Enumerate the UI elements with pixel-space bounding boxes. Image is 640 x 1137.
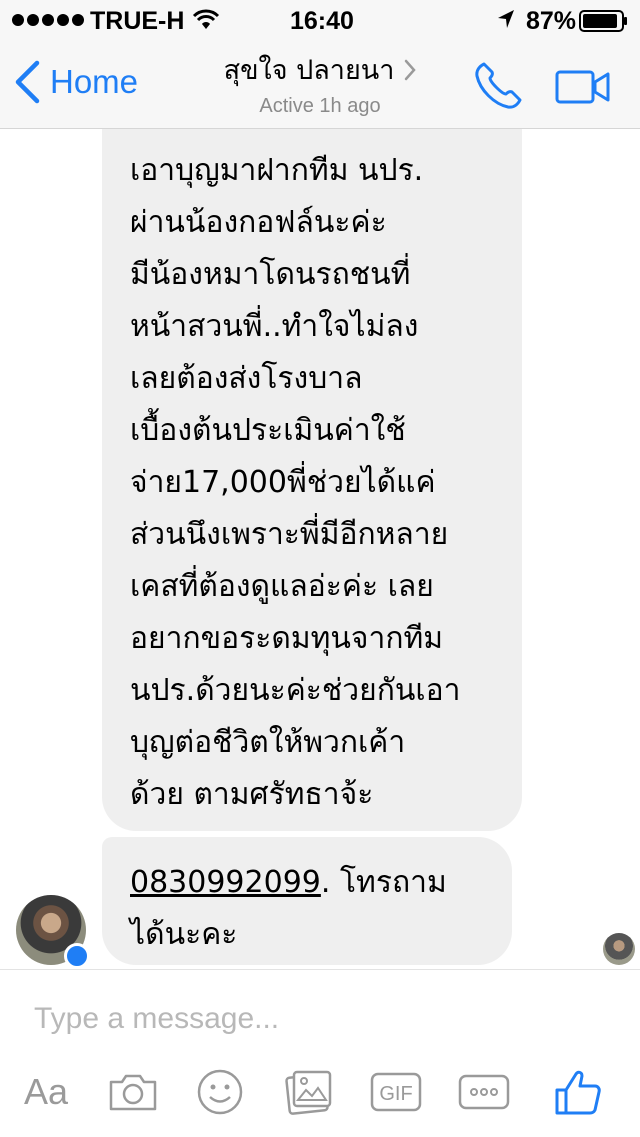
thumbs-up-icon[interactable]	[554, 1066, 602, 1118]
message-line: ผ่านน้องกอฟล์นะค่ะ	[130, 205, 387, 240]
message-text: . โทรถาม	[320, 865, 447, 900]
back-button[interactable]: Home	[14, 60, 138, 104]
phone-number-link[interactable]: 0830992099	[130, 865, 321, 900]
message-line: ด้วย ตามศรัทธาจ้ะ	[130, 777, 374, 812]
video-camera-icon[interactable]	[555, 70, 611, 104]
phone-icon[interactable]	[472, 60, 524, 112]
battery-percent: 87%	[526, 7, 577, 35]
composer-toolbar: Aa GIF	[0, 1066, 640, 1126]
message-line: นปร.ด้วยนะค่ะช่วยกันเอา	[130, 673, 461, 708]
message-line: ส่วนนึงเพราะพี่มีอีกหลาย	[130, 517, 449, 552]
message-line: อยากขอระดมทุนจากทีม	[130, 621, 444, 656]
message-line: เบื้องต้นประเมินค่าใช้	[130, 413, 406, 448]
gif-button[interactable]: GIF	[370, 1066, 422, 1118]
message-line: เอาบุญมาฝากทีม นปร.	[130, 153, 424, 188]
message-line: เคสที่ต้องดูแลอ่ะค่ะ เลย	[130, 569, 434, 604]
camera-icon[interactable]	[108, 1066, 158, 1118]
clock: 16:40	[290, 7, 354, 35]
gif-label: GIF	[379, 1083, 412, 1105]
more-icon[interactable]	[458, 1066, 510, 1118]
avatar[interactable]	[16, 895, 90, 969]
back-label: Home	[50, 63, 139, 100]
message-line: จ่าย17,000พี่ช่วยได้แค่	[130, 465, 436, 500]
signal-dots-icon	[12, 8, 84, 32]
messenger-badge-icon	[64, 943, 90, 969]
emoji-icon[interactable]	[196, 1066, 244, 1118]
chevron-left-icon	[15, 60, 40, 104]
gif-icon: GIF	[370, 1072, 422, 1112]
composer: Aa GIF	[0, 969, 640, 1137]
contact-title[interactable]: สุขใจ ปลายนา Active 1h ago	[200, 48, 440, 118]
message-line: บุญต่อชีวิตให้พวกเค้า	[130, 725, 406, 760]
message-line: มีน้องหมาโดนรถชนที่	[130, 257, 411, 292]
carrier-label: TRUE-H	[90, 7, 185, 35]
battery-icon	[579, 10, 627, 32]
contact-name: สุขใจ ปลายนา	[223, 55, 395, 86]
text-format-button[interactable]: Aa	[18, 1066, 74, 1118]
status-bar: TRUE-H 16:40 87%	[0, 0, 640, 40]
message-bubble[interactable]: 0830992099. โทรถาม ได้นะคะ	[102, 837, 512, 965]
seen-receipt-avatar	[603, 933, 635, 965]
message-line: เลยต้องส่งโรงบาล	[130, 361, 363, 396]
active-status: Active 1h ago	[259, 95, 381, 117]
message-input[interactable]	[32, 998, 606, 1040]
photo-icon[interactable]	[284, 1066, 334, 1118]
conversation-header: Home สุขใจ ปลายนา Active 1h ago	[0, 40, 640, 129]
chevron-right-icon	[405, 59, 417, 80]
message-line: หน้าสวนพี่..ทำใจไม่ลง	[130, 309, 419, 344]
message-line: ได้นะคะ	[130, 917, 238, 952]
wifi-icon	[192, 9, 220, 29]
message-list[interactable]: เอาบุญมาฝากทีม นปร. ผ่านน้องกอฟล์นะค่ะ ม…	[0, 129, 640, 969]
location-arrow-icon	[498, 10, 514, 28]
message-line: 0830992099. โทรถาม	[130, 857, 488, 909]
message-bubble[interactable]: เอาบุญมาฝากทีม นปร. ผ่านน้องกอฟล์นะค่ะ ม…	[102, 129, 522, 831]
